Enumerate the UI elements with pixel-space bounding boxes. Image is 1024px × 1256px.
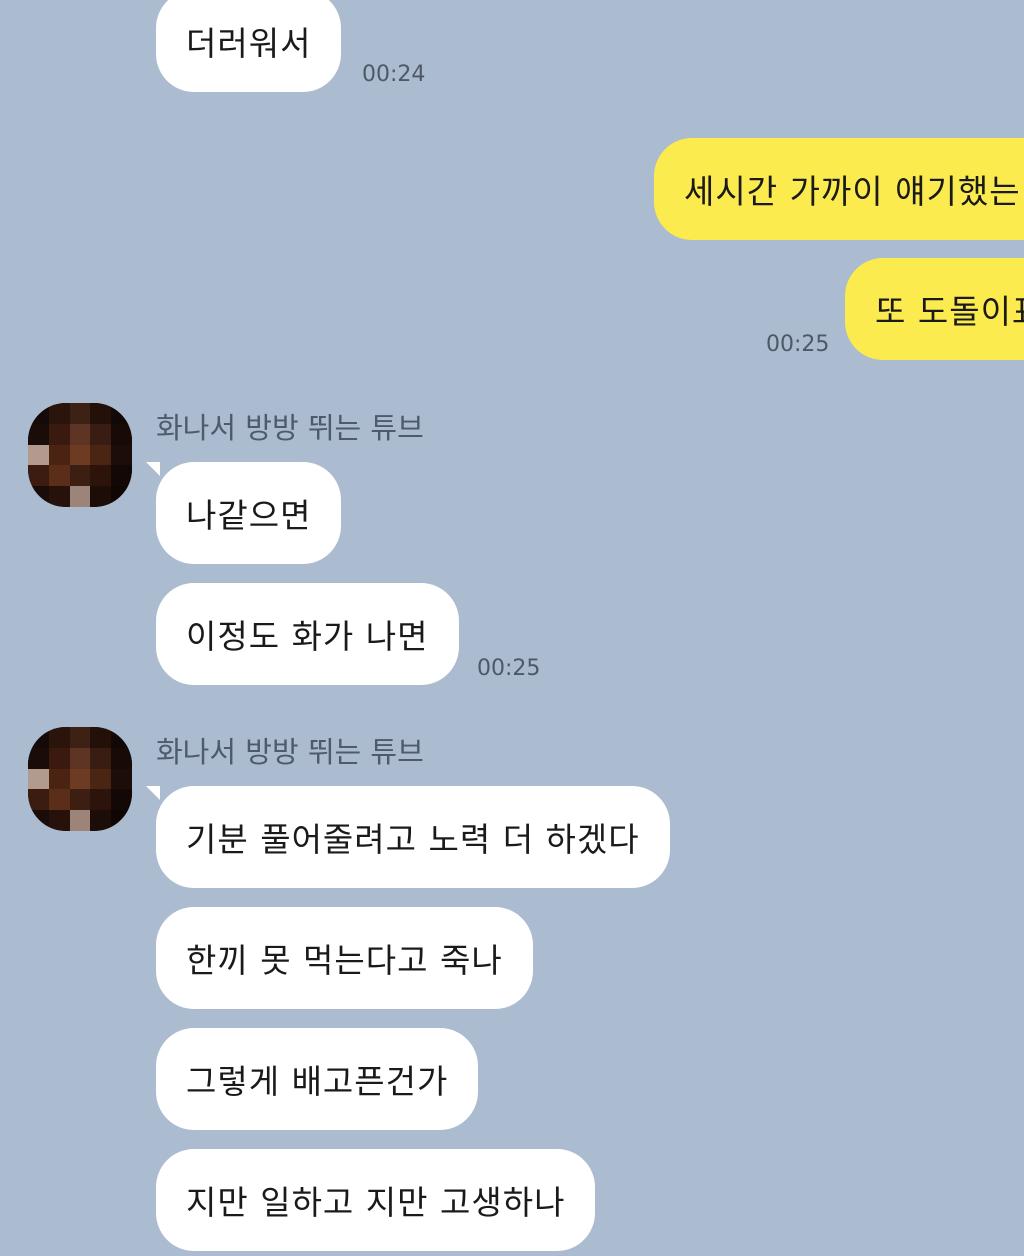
- incoming-message-bubble[interactable]: 지만 일하고 지만 고생하나: [156, 1149, 596, 1251]
- message-text: 한끼 못 먹는다고 죽나: [186, 941, 503, 980]
- message-timestamp: 00:25: [477, 656, 541, 681]
- sender-name: 화나서 방방 뛰는 튜브: [156, 735, 424, 769]
- outgoing-message-bubble[interactable]: 또 도돌이표: [845, 258, 1024, 360]
- incoming-message-bubble[interactable]: 기분 풀어줄려고 노력 더 하겠다: [156, 786, 670, 888]
- pixelated-avatar-icon[interactable]: [28, 403, 132, 507]
- message-timestamp: 00:24: [362, 62, 426, 87]
- message-text: 이정도 화가 나면: [186, 617, 429, 656]
- sender-name: 화나서 방방 뛰는 튜브: [156, 411, 424, 445]
- incoming-message-bubble[interactable]: 그렇게 배고픈건가: [156, 1028, 479, 1130]
- incoming-message-bubble[interactable]: 나같으면: [156, 462, 342, 564]
- message-text: 나같으면: [186, 496, 312, 535]
- message-text: 세시간 가까이 얘기했는: [684, 172, 1021, 211]
- outgoing-message-bubble[interactable]: 세시간 가까이 얘기했는: [654, 138, 1024, 240]
- message-text: 더러워서: [186, 24, 312, 63]
- message-text: 기분 풀어줄려고 노력 더 하겠다: [186, 820, 640, 859]
- message-text: 지만 일하고 지만 고생하나: [186, 1183, 566, 1222]
- pixelated-avatar-icon[interactable]: [28, 727, 132, 831]
- message-timestamp: 00:25: [766, 332, 830, 357]
- message-text: 또 도돌이표: [875, 292, 1024, 331]
- incoming-message-bubble[interactable]: 이정도 화가 나면: [156, 583, 459, 685]
- chat-screen: { "chat": { "messages": { "m1": { "text"…: [0, 0, 1024, 1256]
- incoming-message-bubble[interactable]: 더러워서: [156, 0, 342, 92]
- message-text: 그렇게 배고픈건가: [186, 1062, 449, 1101]
- bubble-tail: [146, 786, 160, 800]
- bubble-tail: [146, 462, 160, 476]
- incoming-message-bubble[interactable]: 한끼 못 먹는다고 죽나: [156, 907, 533, 1009]
